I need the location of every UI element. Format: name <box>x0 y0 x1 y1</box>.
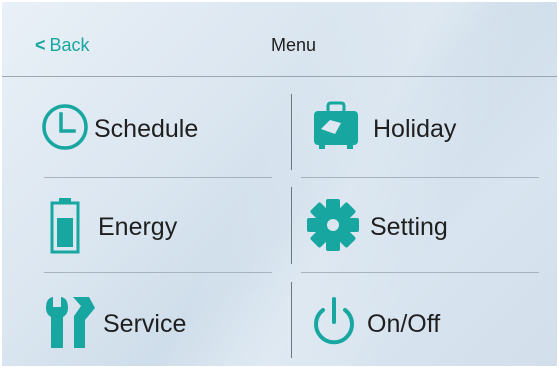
wrench-icon <box>41 294 97 355</box>
divider-row2-left <box>44 272 272 273</box>
battery-icon <box>50 196 80 259</box>
menu-item-energy[interactable]: Energy <box>50 192 177 262</box>
divider-col1 <box>291 94 292 170</box>
setting-label: Setting <box>370 212 448 241</box>
menu-screen: < Back Menu Schedule Holiday Energy Sett… <box>2 2 557 366</box>
page-title: Menu <box>270 35 317 55</box>
divider-row1-left <box>44 177 272 178</box>
divider-row1-right <box>301 177 539 178</box>
power-icon <box>311 296 357 353</box>
divider-col3 <box>291 282 292 358</box>
divider-row2-right <box>301 272 539 273</box>
gear-icon <box>305 197 361 258</box>
service-label: Service <box>103 309 187 338</box>
clock-icon <box>40 102 90 157</box>
suitcase-icon <box>311 101 361 158</box>
menu-item-service[interactable]: Service <box>41 289 186 359</box>
holiday-label: Holiday <box>373 114 457 143</box>
divider-col2 <box>291 187 292 264</box>
energy-label: Energy <box>98 212 178 241</box>
menu-item-schedule[interactable]: Schedule <box>40 94 198 164</box>
menu-item-onoff[interactable]: On/Off <box>311 289 440 359</box>
menu-item-holiday[interactable]: Holiday <box>311 94 456 164</box>
schedule-label: Schedule <box>94 114 199 143</box>
menu-item-setting[interactable]: Setting <box>305 192 448 262</box>
header-bar: < Back Menu <box>2 2 557 77</box>
onoff-label: On/Off <box>367 309 441 338</box>
